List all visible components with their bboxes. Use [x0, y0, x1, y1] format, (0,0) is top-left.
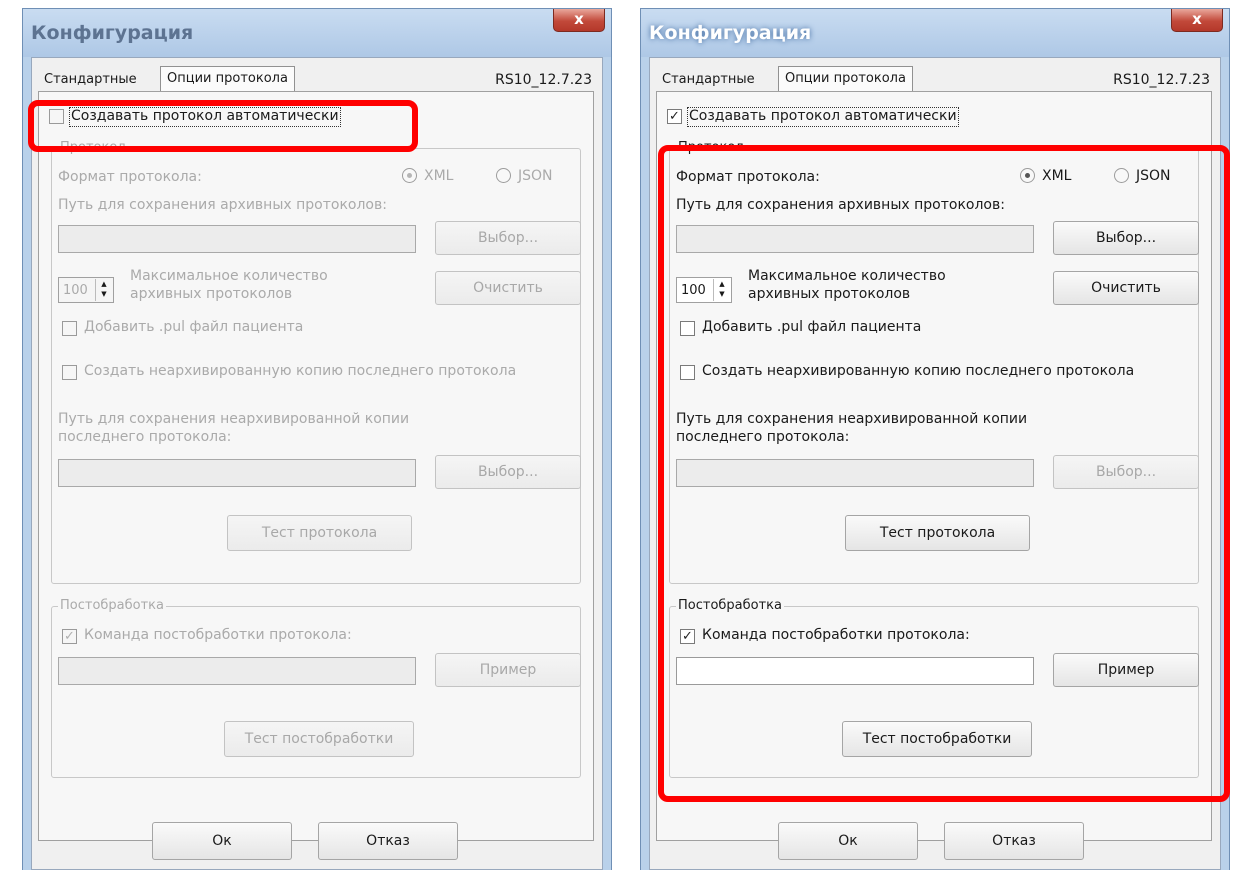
version-label: RS10_12.7.23 [1113, 72, 1210, 88]
tab-protocol-options[interactable]: Опции протокола [778, 66, 913, 92]
ok-button[interactable]: Ок [152, 822, 292, 860]
spinner-arrows-icon[interactable]: ▲ ▼ [95, 279, 112, 301]
close-button[interactable]: x [1171, 9, 1223, 32]
protocol-group: Протокол Формат протокола: XML JSON Путь… [51, 140, 581, 584]
dialog-client: Стандартные Опции протокола RS10_12.7.23… [31, 57, 603, 870]
archive-select-button[interactable]: Выбор... [435, 221, 581, 255]
dialog-title: Конфигурация [31, 22, 194, 44]
command-label: Команда постобработки протокола: [84, 627, 352, 643]
title-bar[interactable]: Конфигурация x [641, 9, 1229, 57]
unarchived-select-button[interactable]: Выбор... [435, 455, 581, 489]
format-xml-label: XML [424, 168, 454, 184]
close-button[interactable]: x [553, 9, 605, 32]
tab-protocol-options[interactable]: Опции протокола [160, 66, 295, 92]
auto-protocol-label: Создавать протокол автоматически [687, 107, 959, 127]
example-button[interactable]: Пример [435, 653, 581, 687]
command-checkbox[interactable]: ✓ [62, 629, 77, 644]
title-bar[interactable]: Конфигурация x [23, 9, 611, 57]
clear-button[interactable]: Очистить [435, 271, 581, 305]
test-postprocessing-button[interactable]: Тест постобработки [224, 721, 414, 757]
test-protocol-button[interactable]: Тест протокола [227, 515, 412, 551]
cancel-button[interactable]: Отказ [944, 822, 1084, 860]
format-xml-radio[interactable] [402, 168, 417, 183]
dialog-title: Конфигурация [649, 22, 812, 44]
ok-button[interactable]: Ок [778, 822, 918, 860]
tab-standard[interactable]: Стандартные [38, 68, 143, 92]
add-pul-label: Добавить .pul файл пациента [84, 319, 304, 335]
archive-path-input[interactable] [58, 225, 416, 253]
tab-standard[interactable]: Стандартные [656, 68, 761, 92]
max-count-spinner[interactable]: 100 ▲ ▼ [58, 277, 114, 303]
unarchived-path-input[interactable] [58, 459, 416, 487]
postprocessing-group: Постобработка ✓ Команда постобработки пр… [51, 598, 581, 778]
max-count-label-2: архивных протоколов [130, 286, 293, 302]
archive-path-label: Путь для сохранения архивных протоколов: [58, 197, 387, 213]
format-label: Формат протокола: [58, 169, 202, 185]
command-input[interactable] [58, 657, 416, 685]
highlight-auto-protocol [28, 100, 418, 152]
unarchived-copy-checkbox[interactable] [62, 365, 77, 380]
max-count-value: 100 [63, 283, 88, 298]
highlight-protocol-settings [658, 145, 1230, 802]
add-pul-checkbox[interactable] [62, 321, 77, 336]
protocol-options-panel: Создавать протокол автоматически Протоко… [38, 91, 594, 841]
unarchived-copy-label: Создать неархивированную копию последнег… [84, 363, 517, 379]
max-count-label-1: Максимальное количество [130, 268, 328, 284]
unarchived-path-label-1: Путь для сохранения неархивированной коп… [58, 411, 410, 427]
auto-protocol-checkbox[interactable]: ✓ [667, 109, 682, 124]
cancel-button[interactable]: Отказ [318, 822, 458, 860]
version-label: RS10_12.7.23 [495, 72, 592, 88]
postprocessing-group-title: Постобработка [58, 598, 166, 613]
unarchived-path-label-2: последнего протокола: [58, 429, 232, 445]
format-json-label: JSON [518, 168, 553, 184]
format-json-radio[interactable] [496, 168, 511, 183]
